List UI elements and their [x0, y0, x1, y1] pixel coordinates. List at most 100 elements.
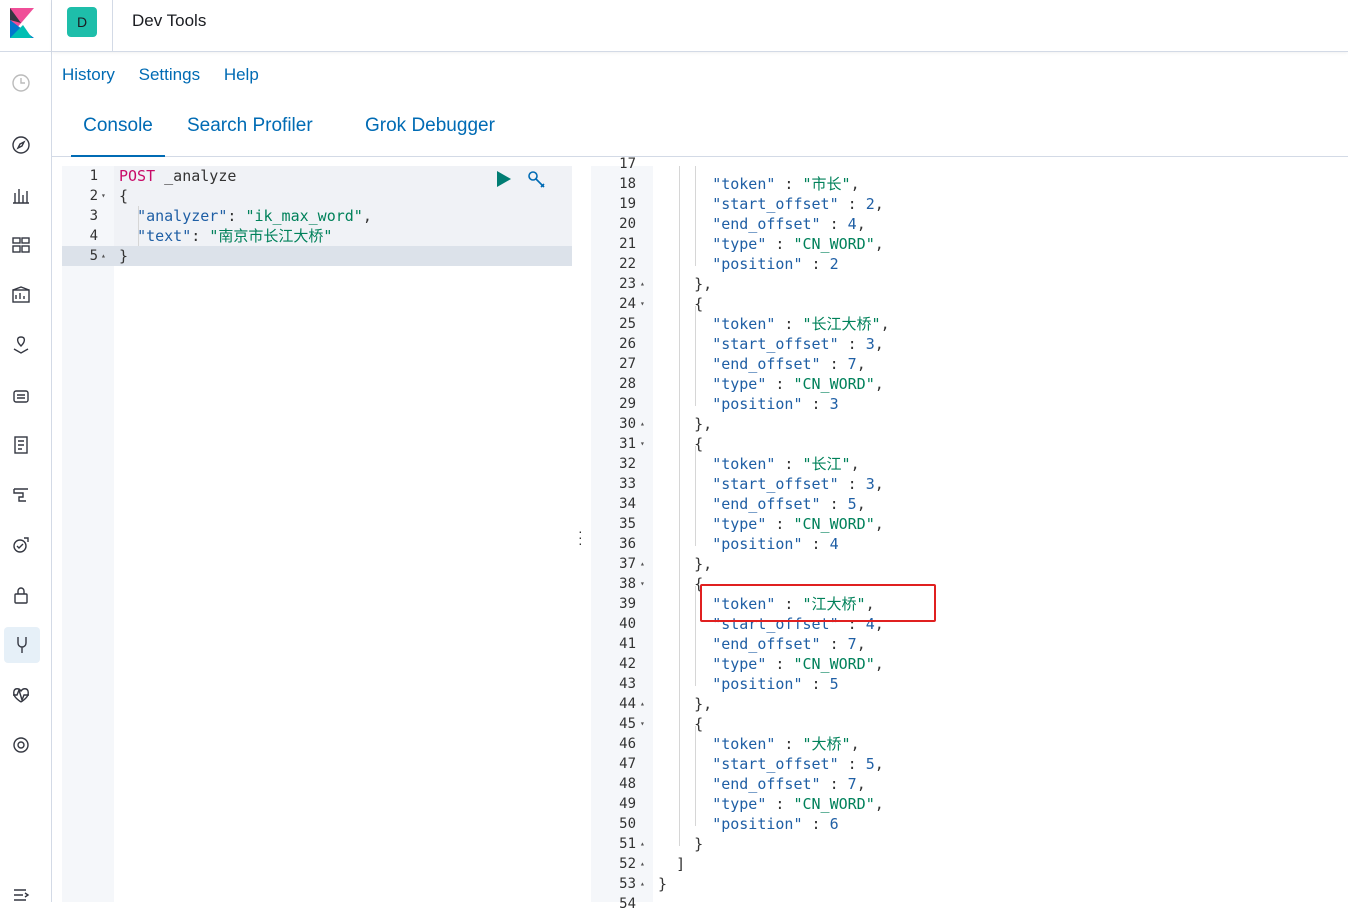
uptime-icon[interactable] — [8, 532, 34, 558]
json-bracket: } — [658, 875, 668, 893]
json-colon: : — [820, 215, 848, 233]
json-key: "token" — [712, 455, 776, 473]
line-number: 52 — [619, 856, 636, 872]
line-number: 50 — [619, 816, 636, 832]
response-line: 45 ▾ { — [591, 714, 1348, 734]
dev-tools-icon[interactable] — [4, 627, 40, 663]
canvas-icon[interactable] — [8, 282, 34, 308]
line-number: 45 — [619, 716, 636, 732]
response-line: 23 ▴ }, — [591, 274, 1348, 294]
fold-toggle: ▴ — [640, 859, 645, 868]
collapse-icon[interactable] — [8, 882, 34, 908]
maps-icon[interactable] — [8, 332, 34, 358]
json-colon: : — [838, 195, 866, 213]
response-line: 21 "type" : "CN_WORD", — [591, 234, 1348, 254]
response-line: 30 ▴ }, — [591, 414, 1348, 434]
response-line: 19 "start_offset" : 2, — [591, 194, 1348, 214]
json-key: "token" — [712, 175, 776, 193]
json-colon: : — [838, 335, 866, 353]
discover-icon[interactable] — [8, 132, 34, 158]
management-icon[interactable] — [8, 732, 34, 758]
json-key: "end_offset" — [712, 355, 821, 373]
line-number: 37 — [619, 556, 636, 572]
response-line: 43 "position" : 5 — [591, 674, 1348, 694]
space-avatar: D — [67, 7, 97, 37]
line-number: 5 — [89, 248, 98, 264]
request-editor[interactable]: 1 POST _analyze 2 ▾ {3 "analyzer": "ik_max_w… — [62, 166, 572, 902]
code-text: }, — [658, 554, 712, 574]
recent-icon[interactable] — [8, 70, 34, 96]
fold-toggle: ▾ — [640, 439, 645, 448]
request-line[interactable]: 3 "analyzer": "ik_max_word", — [62, 206, 572, 226]
apm-icon[interactable] — [8, 482, 34, 508]
line-number: 46 — [619, 736, 636, 752]
logs-icon[interactable] — [8, 432, 34, 458]
line-number: 2 — [89, 188, 98, 204]
json-colon: : — [838, 475, 866, 493]
settings-link[interactable]: Settings — [139, 65, 200, 84]
code-text: { — [658, 574, 703, 594]
tab-console[interactable]: Console — [71, 114, 165, 157]
json-bracket: }, — [694, 275, 713, 293]
play-icon — [497, 171, 511, 187]
wrench-icon — [528, 171, 545, 188]
json-key: "start_offset" — [712, 335, 839, 353]
json-colon: : — [766, 375, 794, 393]
json-colon: : — [766, 795, 794, 813]
json-colon: : — [775, 455, 803, 473]
tab-search-profiler[interactable]: Search Profiler — [187, 114, 313, 155]
json-key: "token" — [712, 735, 776, 753]
json-key: "position" — [712, 395, 803, 413]
pane-resize-handle[interactable]: · · · — [578, 524, 583, 550]
line-number: 29 — [619, 396, 636, 412]
fold-toggle: ▴ — [640, 879, 645, 888]
kibana-logo-icon — [10, 8, 34, 38]
response-line-partial-bottom: 54 — [591, 894, 1348, 914]
json-comma: , — [856, 215, 866, 233]
request-line[interactable]: 5 ▴} — [62, 246, 572, 266]
visualize-icon[interactable] — [8, 182, 34, 208]
json-colon: : — [766, 515, 794, 533]
tab-grok-debugger[interactable]: Grok Debugger — [365, 114, 495, 155]
json-value: 4 — [829, 535, 839, 553]
code-text: } — [658, 834, 703, 854]
dashboard-icon[interactable] — [8, 232, 34, 258]
siem-icon[interactable] — [8, 582, 34, 608]
request-options-button[interactable] — [527, 170, 547, 195]
request-line[interactable]: 4 "text": "南京市长江大桥" — [62, 226, 572, 246]
json-comma: , — [850, 735, 860, 753]
request-gutter — [62, 166, 114, 902]
line-number: 18 — [619, 176, 636, 192]
line-number: 40 — [619, 616, 636, 632]
response-line: 42 "type" : "CN_WORD", — [591, 654, 1348, 674]
response-line: 26 "start_offset" : 3, — [591, 334, 1348, 354]
history-link[interactable]: History — [62, 65, 115, 84]
json-value: "南京市长江大桥" — [209, 227, 333, 245]
code-text: "token" : "大桥", — [658, 734, 860, 754]
json-comma: , — [856, 355, 866, 373]
json-key: "end_offset" — [712, 495, 821, 513]
send-request-button[interactable] — [495, 170, 513, 193]
json-value: "ik_max_word" — [245, 207, 363, 225]
line-number: 17 — [619, 156, 636, 172]
kibana-logo[interactable] — [0, 0, 51, 52]
json-value: "CN_WORD" — [793, 235, 875, 253]
space-selector[interactable]: D — [52, 0, 113, 51]
json-comma: , — [856, 495, 866, 513]
help-link[interactable]: Help — [224, 65, 259, 84]
json-key: "type" — [712, 655, 767, 673]
infrastructure-icon[interactable] — [8, 382, 34, 408]
response-line: 35 "type" : "CN_WORD", — [591, 514, 1348, 534]
fold-toggle: ▾ — [640, 299, 645, 308]
json-comma: , — [874, 335, 884, 353]
json-colon: : — [766, 235, 794, 253]
monitoring-icon[interactable] — [8, 682, 34, 708]
json-key: "position" — [712, 815, 803, 833]
line-number: 54 — [619, 896, 636, 912]
